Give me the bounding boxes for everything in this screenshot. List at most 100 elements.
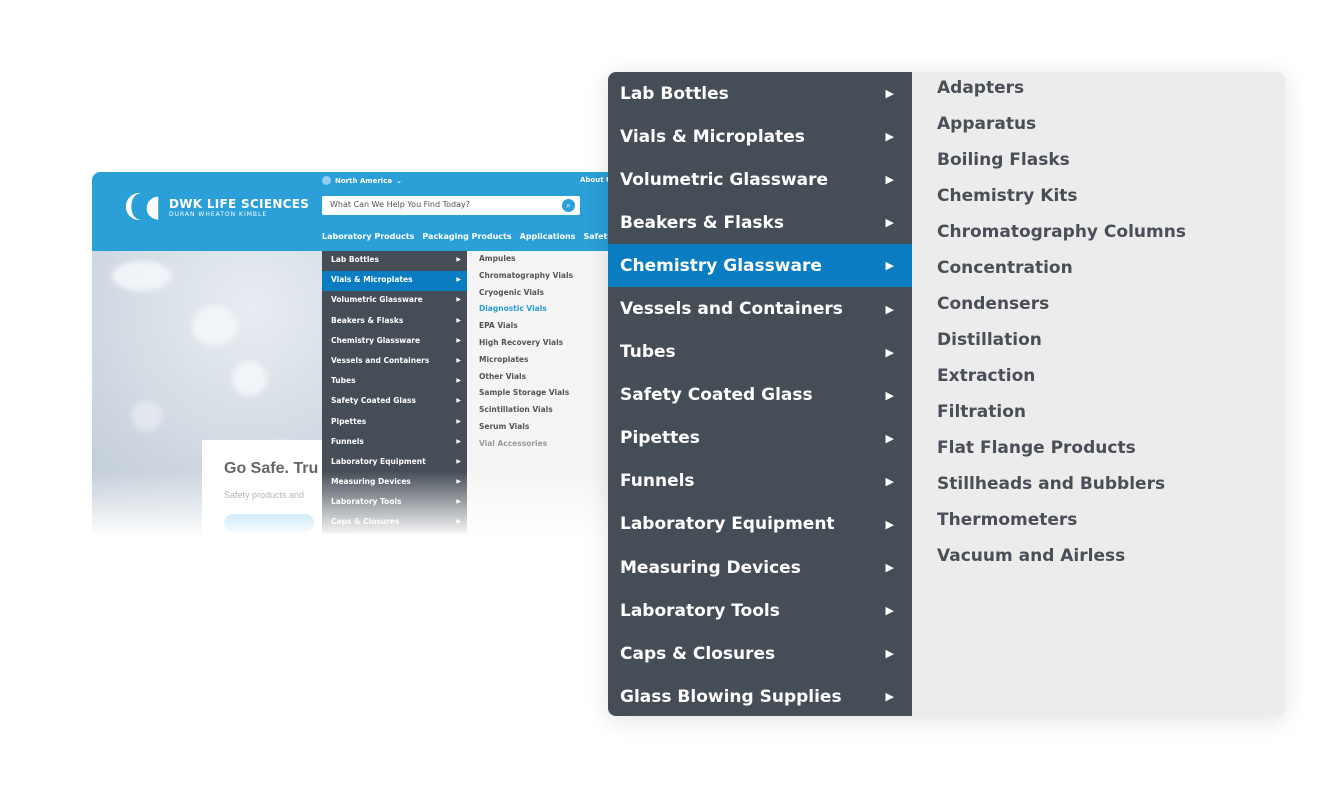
menu-item-label: Beakers & Flasks	[331, 315, 404, 325]
menu-item-label: Laboratory Equipment	[331, 456, 426, 466]
hero-button[interactable]	[224, 514, 314, 532]
zoomed-menu-panel: Lab Bottles ▶ Vials & Microplates ▶ Volumetr…	[608, 72, 1285, 716]
caret-right-icon: ▶	[885, 431, 894, 445]
submenu-item[interactable]: Chromatography Columns	[937, 220, 1186, 256]
menu-item[interactable]: Funnels ▶	[322, 433, 467, 453]
main-nav: Laboratory Products Packaging Products App…	[322, 232, 622, 241]
submenu-item[interactable]: Scintillation Vials	[467, 402, 622, 419]
menu-item[interactable]: Vessels and Containers ▶	[322, 352, 467, 372]
submenu-item[interactable]: Other Vials	[467, 369, 622, 386]
nav-item[interactable]: Packaging Products	[422, 232, 511, 241]
menu-item-label: Chemistry Glassware	[620, 255, 822, 276]
submenu-item[interactable]: Microplates	[467, 352, 622, 369]
menu-item-label: Funnels	[331, 436, 364, 446]
menu-item[interactable]: Vessels and Containers ▶	[608, 287, 912, 330]
caret-right-icon: ▶	[456, 437, 461, 445]
menu-item[interactable]: Pipettes ▶	[322, 413, 467, 433]
menu-item-label: Lab Bottles	[620, 83, 729, 104]
caret-right-icon: ▶	[885, 388, 894, 402]
chevron-down-icon: ⌄	[396, 176, 402, 185]
menu-item-label: Laboratory Tools	[331, 497, 402, 507]
nav-item[interactable]: Laboratory Products	[322, 232, 414, 241]
caret-right-icon: ▶	[456, 316, 461, 324]
submenu-item[interactable]: Adapters	[937, 76, 1186, 112]
menu-item[interactable]: Chemistry Glassware ▶	[322, 332, 467, 352]
nav-item[interactable]: Applications	[520, 232, 576, 241]
submenu-item[interactable]: Ampules	[467, 251, 622, 268]
menu-item[interactable]: Caps & Closures ▶	[322, 513, 467, 533]
menu-item[interactable]: Laboratory Tools ▶	[322, 493, 467, 513]
submenu-item[interactable]: High Recovery Vials	[467, 335, 622, 352]
submenu-item[interactable]: Stillheads and Bubblers	[937, 472, 1186, 508]
submenu-item[interactable]: Diagnostic Vials	[467, 301, 622, 318]
menu-item[interactable]: Funnels ▶	[608, 460, 912, 503]
logo-tagline: DURAN WHEATON KIMBLE	[168, 210, 268, 218]
submenu-item[interactable]: Cryogenic Vials	[467, 285, 622, 302]
menu-item-label: Pipettes	[331, 416, 367, 426]
caret-right-icon: ▶	[885, 474, 894, 488]
menu-item[interactable]: Safety Coated Glass ▶	[322, 392, 467, 412]
menu-item-label: Volumetric Glassware	[620, 169, 828, 190]
category-menu: Lab Bottles ▶ Vials & Microplates ▶ Volumetr…	[322, 251, 467, 534]
search-input[interactable]: What Can We Help You Find Today?	[322, 196, 580, 215]
submenu-item[interactable]: Apparatus	[937, 112, 1186, 148]
submenu-item[interactable]: Vial Accessories	[467, 436, 622, 453]
menu-item[interactable]: Laboratory Equipment ▶	[608, 503, 912, 546]
caret-right-icon: ▶	[885, 130, 894, 144]
caret-right-icon: ▶	[456, 256, 461, 263]
submenu-item[interactable]: Condensers	[937, 292, 1186, 328]
submenu-item[interactable]: Concentration	[937, 256, 1186, 292]
menu-item[interactable]: Safety Coated Glass ▶	[608, 374, 912, 417]
menu-item[interactable]: Glass Blowing Supplies ▶	[608, 675, 912, 716]
submenu-item[interactable]: Chemistry Kits	[937, 184, 1186, 220]
menu-item[interactable]: Lab Bottles ▶	[608, 72, 912, 115]
region-selector[interactable]: North America ⌄	[322, 176, 402, 185]
menu-item-label: Measuring Devices	[620, 557, 801, 578]
caret-right-icon: ▶	[456, 397, 461, 405]
menu-item[interactable]: Measuring Devices ▶	[322, 473, 467, 493]
submenu-item[interactable]: Thermometers	[937, 508, 1186, 544]
globe-icon	[322, 176, 331, 185]
menu-item-label: Vessels and Containers	[620, 299, 843, 320]
menu-item[interactable]: Laboratory Tools ▶	[608, 589, 912, 632]
submenu-item[interactable]: Serum Vials	[467, 419, 622, 436]
menu-item[interactable]: Caps & Closures ▶	[608, 632, 912, 675]
caret-right-icon: ▶	[456, 356, 461, 364]
submenu-item[interactable]: Chromatography Vials	[467, 268, 622, 285]
menu-item[interactable]: Lab Bottles ▶	[322, 251, 467, 271]
hero-title: Go Safe. Tru	[224, 460, 319, 477]
caret-right-icon: ▶	[456, 498, 461, 506]
menu-item[interactable]: Beakers & Flasks ▶	[608, 201, 912, 244]
about-link[interactable]: About U	[580, 176, 612, 184]
menu-item[interactable]: Tubes ▶	[322, 372, 467, 392]
menu-item[interactable]: Tubes ▶	[608, 331, 912, 374]
menu-item[interactable]: Pipettes ▶	[608, 417, 912, 460]
search-icon[interactable]: ⌕	[560, 197, 577, 214]
submenu-item[interactable]: Filtration	[937, 400, 1186, 436]
submenu-item[interactable]: Vacuum and Airless	[937, 544, 1186, 580]
submenu-item[interactable]: Flat Flange Products	[937, 436, 1186, 472]
caret-right-icon: ▶	[456, 478, 461, 486]
caret-right-icon: ▶	[885, 345, 894, 359]
caret-right-icon: ▶	[885, 302, 894, 316]
menu-item-label: Volumetric Glassware	[331, 295, 423, 305]
menu-item[interactable]: Volumetric Glassware ▶	[608, 158, 912, 201]
submenu-item[interactable]: Extraction	[937, 364, 1186, 400]
caret-right-icon: ▶	[456, 296, 461, 304]
menu-item-label: Vials & Microplates	[331, 275, 413, 285]
menu-item[interactable]: Volumetric Glassware ▶	[322, 291, 467, 311]
hero-subtitle: Safety products and	[224, 490, 305, 500]
menu-item[interactable]: Vials & Microplates ▶	[608, 115, 912, 158]
menu-item[interactable]: Chemistry Glassware ▶	[608, 244, 912, 288]
site-header: ❨◖ DWK LIFE SCIENCES DURAN WHEATON KIMBL…	[92, 172, 622, 251]
submenu-item[interactable]: Sample Storage Vials	[467, 385, 622, 402]
menu-item[interactable]: Laboratory Equipment ▶	[322, 453, 467, 473]
menu-item[interactable]: Beakers & Flasks ▶	[322, 312, 467, 332]
menu-item[interactable]: Vials & Microplates ▶	[322, 271, 467, 292]
menu-item[interactable]: Measuring Devices ▶	[608, 546, 912, 589]
submenu-item[interactable]: Boiling Flasks	[937, 148, 1186, 184]
menu-item-label: Laboratory Tools	[620, 600, 780, 621]
logo[interactable]: ❨◖ DWK LIFE SCIENCES DURAN WHEATON KIMBL…	[120, 192, 309, 222]
submenu-item[interactable]: EPA Vials	[467, 318, 622, 335]
submenu-item[interactable]: Distillation	[937, 328, 1186, 364]
